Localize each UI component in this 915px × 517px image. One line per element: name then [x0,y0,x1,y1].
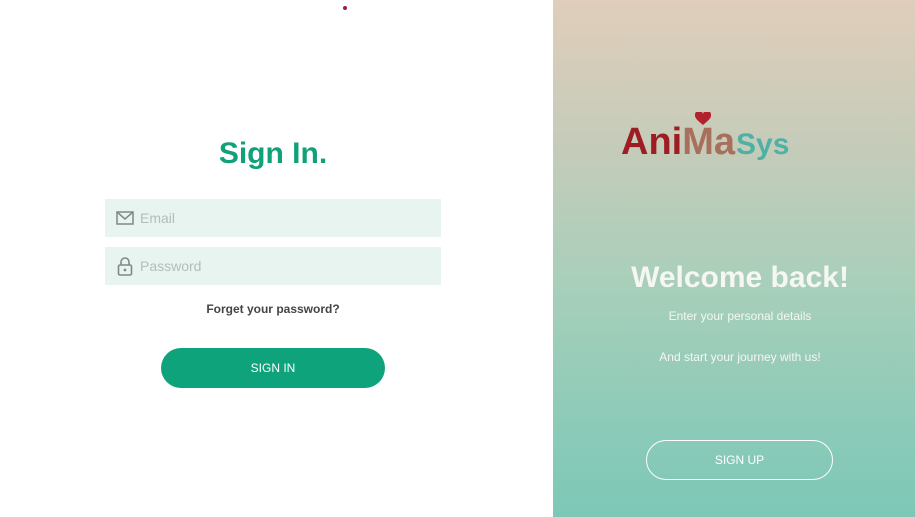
envelope-icon [115,208,135,228]
signup-button[interactable]: SIGN UP [646,440,833,480]
logo-part-ma: Ma [682,121,736,163]
loading-dot [343,6,347,10]
logo-part-ani: Ani [621,121,683,163]
email-field[interactable] [105,199,441,237]
heart-icon [695,112,711,125]
welcome-title: Welcome back! [631,261,849,294]
password-input[interactable] [140,247,441,285]
forget-password-link[interactable]: Forget your password? [0,302,546,316]
signin-title: Sign In. [218,137,328,170]
animasys-logo: Ani Ma Sys [621,112,790,164]
lock-icon [115,256,135,276]
password-field[interactable] [105,247,441,285]
signin-button[interactable]: SIGN IN [161,348,385,388]
signin-panel: Sign In. Forget your password? SIGN IN [0,0,553,517]
welcome-panel: Ani Ma Sys Welcome back! Enter your pers… [553,0,915,517]
logo-part-sys: Sys [736,128,790,161]
welcome-subtitle-2: And start your journey with us! [659,350,821,364]
welcome-subtitle-1: Enter your personal details [668,309,812,323]
email-input[interactable] [140,199,441,237]
